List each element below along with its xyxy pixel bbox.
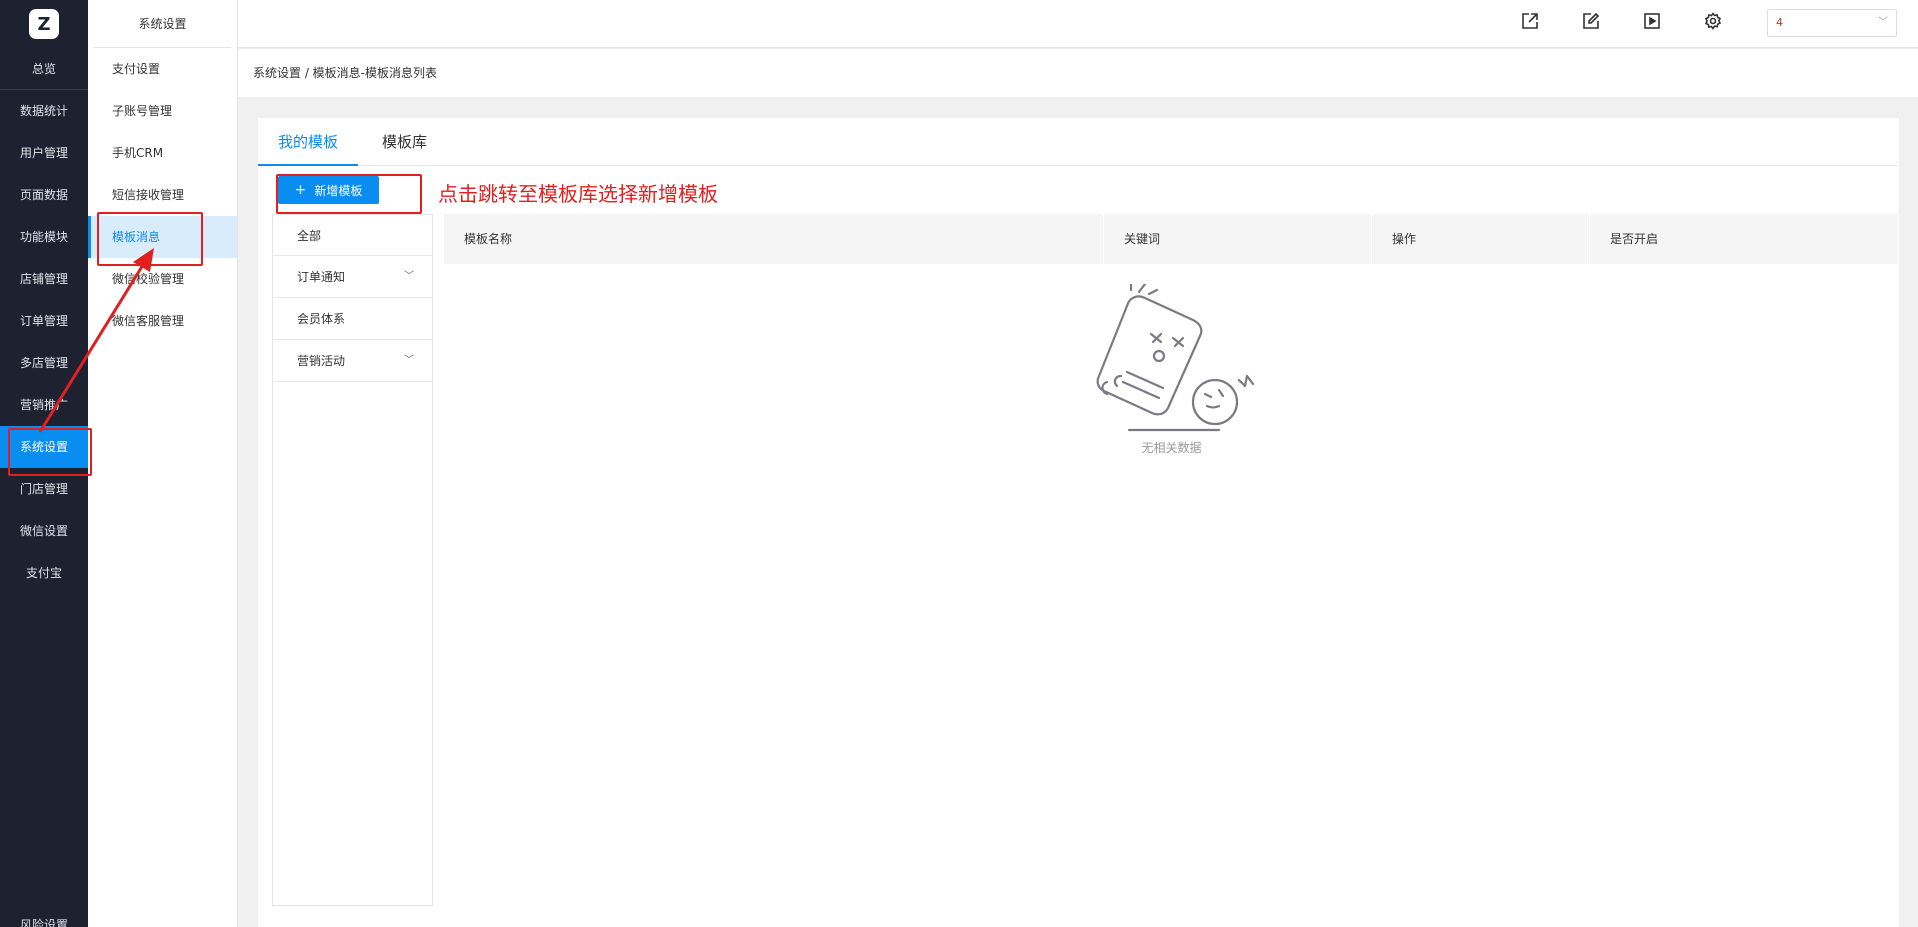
sub-nav-item-sms[interactable]: 短信接收管理 (88, 174, 237, 216)
sub-nav-item-sub-accounts[interactable]: 子账号管理 (88, 90, 237, 132)
main-nav-item-users[interactable]: 用户管理 (0, 132, 88, 174)
empty-state: 无相关数据 (444, 282, 1899, 456)
sub-nav-item-mobile-crm[interactable]: 手机CRM (88, 132, 237, 174)
store-select[interactable]: 4 ﹀ (1767, 9, 1897, 37)
main-nav-item-shop[interactable]: 店铺管理 (0, 258, 88, 300)
column-header-actions: 操作 (1372, 214, 1590, 264)
column-header-name: 模板名称 (444, 214, 1104, 264)
tab-my-templates[interactable]: 我的模板 (258, 118, 359, 166)
column-header-enabled: 是否开启 (1590, 214, 1899, 264)
sub-nav-item-wechat-verify[interactable]: 微信校验管理 (88, 258, 237, 300)
main-nav-item-orders[interactable]: 订单管理 (0, 300, 88, 342)
logo[interactable]: Z (0, 0, 88, 48)
main-nav-item-wechat[interactable]: 微信设置 (0, 510, 88, 552)
add-template-label: 新增模板 (314, 183, 363, 198)
category-list: 全部 订单通知 ﹀ 会员体系 营销活动 ﹀ (272, 214, 433, 906)
category-item-order-notice[interactable]: 订单通知 ﹀ (273, 256, 432, 298)
chevron-down-icon: ﹀ (404, 271, 414, 282)
sub-nav-item-wechat-service[interactable]: 微信客服管理 (88, 300, 237, 342)
main-panel: 我的模板 模板库 + 新增模板 点击跳转至模板库选择新增模板 全部 订单通知 ﹀ … (258, 118, 1899, 927)
main-sidebar: Z 总览 数据统计 用户管理 页面数据 功能模块 店铺管理 订单管理 多店管理 … (0, 0, 88, 927)
main-nav-item-multi-store[interactable]: 多店管理 (0, 342, 88, 384)
category-item-membership[interactable]: 会员体系 (273, 298, 432, 340)
tab-template-library[interactable]: 模板库 (382, 118, 427, 166)
main-nav-item-risk[interactable]: 风险设置 (0, 916, 88, 927)
category-item-marketing[interactable]: 营销活动 ﹀ (273, 340, 432, 382)
sub-nav-item-payment[interactable]: 支付设置 (88, 48, 237, 90)
category-label: 全部 (297, 229, 322, 243)
breadcrumb: 系统设置 / 模板消息-模板消息列表 (238, 49, 1918, 97)
sub-nav-list: 支付设置 子账号管理 手机CRM 短信接收管理 模板消息 微信校验管理 微信客服… (88, 48, 237, 342)
logo-icon: Z (29, 9, 59, 39)
annotation-text: 点击跳转至模板库选择新增模板 (438, 182, 718, 206)
category-label: 营销活动 (297, 354, 346, 368)
main-nav-item-alipay[interactable]: 支付宝 (0, 552, 88, 594)
edit-icon[interactable] (1580, 10, 1602, 32)
table-header: 模板名称 关键词 操作 是否开启 (444, 214, 1899, 264)
top-header: 4 ﹀ (238, 0, 1918, 48)
play-icon[interactable] (1641, 10, 1663, 32)
empty-illustration (1096, 282, 1254, 432)
plus-icon: + (294, 182, 307, 198)
main-nav-item-page-data[interactable]: 页面数据 (0, 174, 88, 216)
sub-sidebar-title: 系统设置 (94, 0, 231, 48)
main-nav-item-modules[interactable]: 功能模块 (0, 216, 88, 258)
category-label: 订单通知 (297, 270, 346, 284)
empty-text: 无相关数据 (1141, 441, 1202, 455)
tab-bar: 我的模板 模板库 (258, 118, 1899, 166)
gear-icon[interactable] (1702, 10, 1724, 32)
column-header-keywords: 关键词 (1104, 214, 1372, 264)
main-nav-item-overview[interactable]: 总览 (0, 48, 88, 90)
chevron-down-icon: ﹀ (404, 355, 414, 366)
main-nav-item-marketing[interactable]: 营销推广 (0, 384, 88, 426)
chevron-down-icon: ﹀ (1878, 17, 1888, 28)
main-nav-list: 总览 数据统计 用户管理 页面数据 功能模块 店铺管理 订单管理 多店管理 营销… (0, 48, 88, 594)
external-link-icon[interactable] (1519, 10, 1541, 32)
add-template-button[interactable]: + 新增模板 (278, 176, 379, 204)
sub-nav-item-template-messages[interactable]: 模板消息 (88, 216, 237, 258)
category-label: 会员体系 (297, 312, 346, 326)
sub-sidebar: 系统设置 支付设置 子账号管理 手机CRM 短信接收管理 模板消息 微信校验管理… (88, 0, 238, 927)
main-nav-item-stores[interactable]: 门店管理 (0, 468, 88, 510)
main-nav-item-statistics[interactable]: 数据统计 (0, 90, 88, 132)
category-item-all[interactable]: 全部 (273, 214, 432, 256)
template-table: 模板名称 关键词 操作 是否开启 无相关数据 (444, 214, 1899, 455)
main-nav-item-system-settings[interactable]: 系统设置 (0, 426, 88, 468)
store-select-value: 4 (1776, 16, 1783, 29)
